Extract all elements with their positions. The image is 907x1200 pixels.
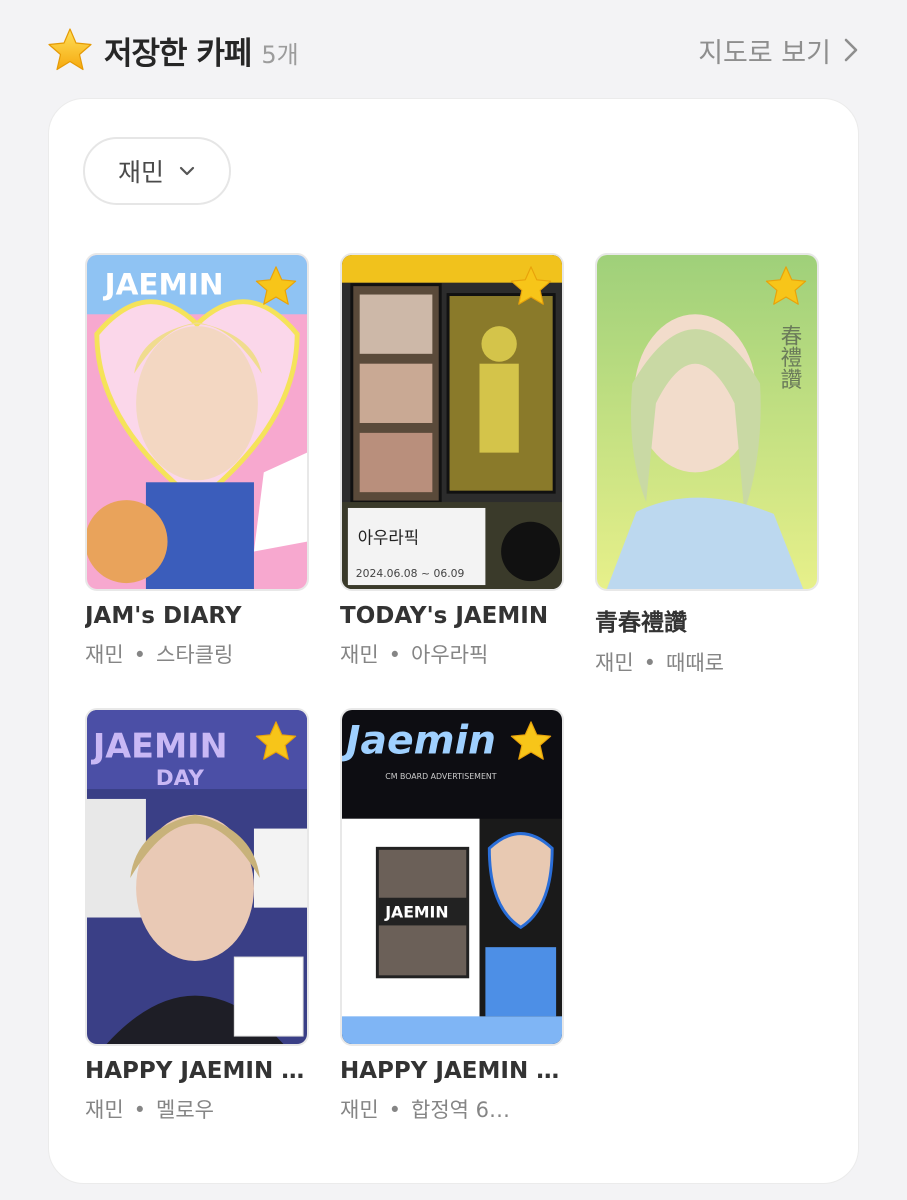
view-map-label: 지도로 보기 [698, 37, 831, 69]
separator-dot: • [388, 1098, 402, 1122]
cafe-item[interactable]: JAEMIN JAM's DIARY 재민 • 스타클링 [85, 253, 313, 669]
cafe-item[interactable]: Jaemin CM BOARD ADVERTISEMENT JAEMIN HAP… [340, 708, 568, 1124]
cafe-meta: 재민 • 합정역 6… [340, 1094, 568, 1124]
cafe-location: 아우라픽 [411, 643, 489, 667]
separator-dot: • [388, 643, 402, 667]
member-filter-dropdown[interactable]: 재민 [83, 137, 231, 205]
cafe-location: 합정역 6… [411, 1098, 511, 1122]
cafe-meta: 재민 • 아우라픽 [340, 639, 568, 669]
chevron-right-icon [844, 38, 858, 62]
photo-text: 春禮讚 [777, 324, 802, 390]
cafe-member: 재민 [85, 1098, 124, 1122]
cafe-thumbnail[interactable]: JAEMIN DAY [85, 708, 309, 1046]
member-filter-label: 재민 [117, 158, 164, 187]
separator-dot: • [643, 651, 657, 675]
cafe-thumbnail[interactable]: Jaemin CM BOARD ADVERTISEMENT JAEMIN [340, 708, 564, 1046]
cafe-meta: 재민 • 때때로 [595, 647, 823, 677]
photo-subtext: 2024.06.08 ~ 06.09 [356, 567, 465, 580]
cafe-name: HAPPY JAEMIN … [340, 1058, 560, 1084]
cafe-name: 青春禮讚 [595, 610, 687, 636]
photo-text: JAEMIN [103, 267, 224, 301]
cafe-member: 재민 [85, 643, 124, 667]
cafe-name: TODAY's JAEMIN [340, 603, 549, 629]
star-icon [48, 28, 92, 71]
favorite-star-icon[interactable] [253, 718, 299, 764]
photo-text: JAEMIN [91, 726, 228, 765]
favorite-star-icon[interactable] [253, 263, 299, 309]
chevron-down-icon [179, 166, 195, 176]
separator-dot: • [133, 1098, 147, 1122]
cafe-item[interactable]: 春禮讚 青春禮讚 재민 • 때때로 [595, 253, 823, 677]
photo-text: 아우라픽 [358, 527, 419, 547]
photo-subtext: CM BOARD ADVERTISEMENT [385, 772, 497, 781]
cafe-name: HAPPY JAEMIN … [85, 1058, 305, 1084]
cafe-thumbnail[interactable]: JAEMIN [85, 253, 309, 591]
cafe-thumbnail[interactable]: 春禮讚 [595, 253, 819, 591]
cafe-member: 재민 [340, 643, 379, 667]
saved-cafes-card: 재민 JAEMIN JAM's DIARY 재민 • 스타클링 아우라픽 202… [48, 98, 859, 1184]
cafe-item[interactable]: 아우라픽 2024.06.08 ~ 06.09 TODAY's JAEMIN 재… [340, 253, 568, 669]
cafe-location: 스타클링 [156, 643, 234, 667]
favorite-star-icon[interactable] [763, 263, 809, 309]
cafe-meta: 재민 • 스타클링 [85, 639, 313, 669]
cafe-meta: 재민 • 멜로우 [85, 1094, 313, 1124]
cafe-item[interactable]: JAEMIN DAY HAPPY JAEMIN … 재민 • 멜로우 [85, 708, 313, 1124]
view-map-link[interactable]: 지도로 보기 [698, 31, 861, 70]
cafe-name: JAM's DIARY [85, 603, 242, 629]
section-header: 저장한 카페 5개 지도로 보기 [46, 22, 861, 78]
saved-count: 5개 [261, 40, 299, 69]
page-title: 저장한 카페 [104, 35, 252, 72]
cafe-location: 멜로우 [156, 1098, 214, 1122]
separator-dot: • [133, 643, 147, 667]
photo-tag: JAEMIN [384, 902, 448, 921]
cafe-thumbnail[interactable]: 아우라픽 2024.06.08 ~ 06.09 [340, 253, 564, 591]
photo-subtext: DAY [156, 766, 205, 791]
favorite-star-icon[interactable] [508, 718, 554, 764]
cafe-location: 때때로 [666, 651, 724, 675]
favorite-star-icon[interactable] [508, 263, 554, 309]
photo-text: Jaemin [342, 717, 496, 763]
cafe-member: 재민 [595, 651, 634, 675]
cafe-member: 재민 [340, 1098, 379, 1122]
